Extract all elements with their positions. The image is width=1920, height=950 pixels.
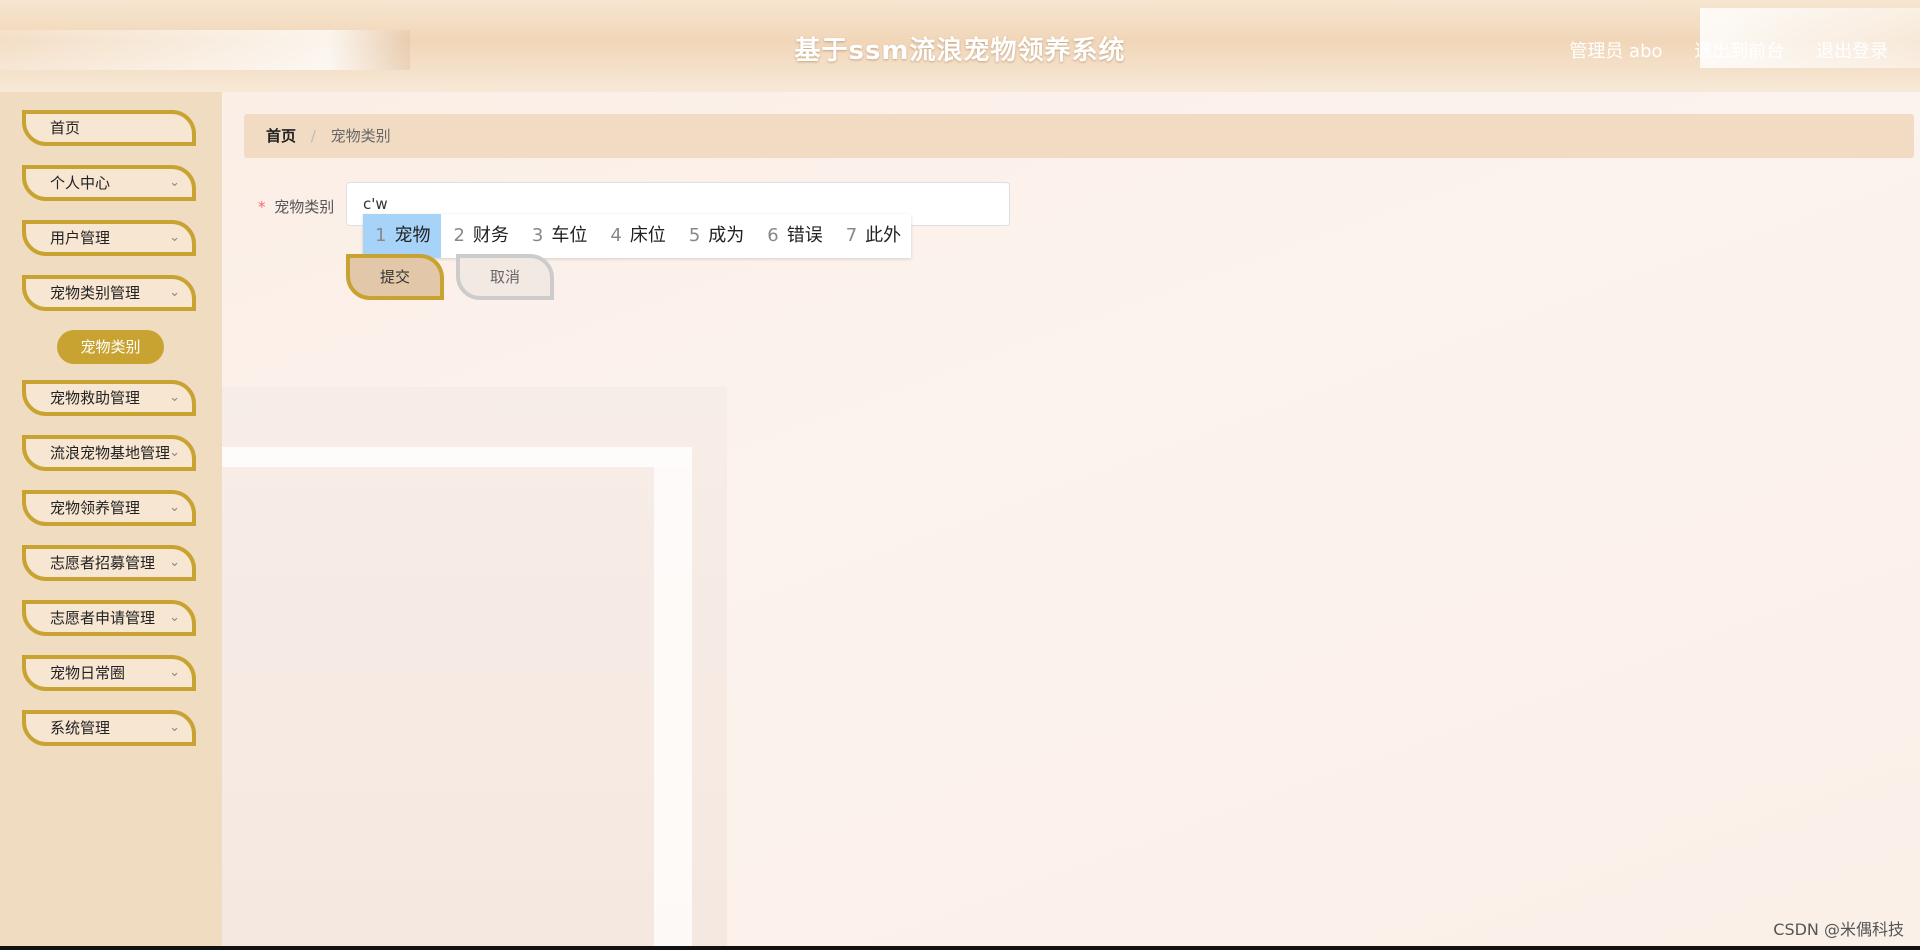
sidebar-item-label: 志愿者申请管理: [50, 609, 156, 627]
chevron-down-icon: ⌄: [169, 175, 180, 190]
main-content: 首页 / 宠物类别 * 宠物类别 c'w 1 宠物 2 财务 3 车位 4 床位 5 成为: [222, 92, 1920, 946]
chevron-down-icon: ⌄: [169, 610, 180, 625]
ime-candidate[interactable]: 3 车位: [520, 214, 598, 258]
ime-candidate[interactable]: 4 床位: [598, 214, 676, 258]
submit-button[interactable]: 提交: [346, 254, 444, 300]
sidebar-item-label: 流浪宠物基地管理: [50, 444, 171, 462]
required-mark: *: [258, 198, 266, 216]
sidebar-item-personal-center[interactable]: 个人中心 ⌄: [22, 165, 196, 201]
current-user-label: 管理员 abo: [1569, 41, 1663, 62]
background-decoration: [654, 467, 692, 946]
ime-candidate[interactable]: 1 宠物: [363, 214, 442, 258]
breadcrumb: 首页 / 宠物类别: [244, 114, 1914, 158]
back-to-front-link[interactable]: 退出到前台: [1694, 41, 1784, 62]
chevron-down-icon: ⌄: [169, 230, 180, 245]
top-header: 基于ssm流浪宠物领养系统 管理员 abo 退出到前台 退出登录: [0, 0, 1920, 92]
sidebar-item-system-management[interactable]: 系统管理 ⌄: [22, 710, 196, 746]
sidebar-item-user-management[interactable]: 用户管理 ⌄: [22, 220, 196, 256]
ime-candidate[interactable]: 6 错误: [755, 214, 833, 258]
sidebar-item-stray-pet-base-management[interactable]: 流浪宠物基地管理 ⌄: [22, 435, 196, 471]
sidebar-item-label: 志愿者招募管理: [50, 554, 156, 572]
app-window: 基于ssm流浪宠物领养系统 管理员 abo 退出到前台 退出登录 首页 个人中心…: [0, 0, 1920, 946]
ime-candidate-text: 车位: [551, 225, 588, 246]
sidebar-item-label: 宠物类别管理: [50, 284, 141, 302]
ime-candidate-bar: 1 宠物 2 财务 3 车位 4 床位 5 成为 6 错误 7 此外: [363, 214, 911, 258]
sidebar-item-volunteer-recruit-management[interactable]: 志愿者招募管理 ⌄: [22, 545, 196, 581]
breadcrumb-current: 宠物类别: [330, 127, 391, 145]
logout-link[interactable]: 退出登录: [1816, 41, 1888, 62]
sidebar-subitem-pet-category[interactable]: 宠物类别: [57, 330, 164, 364]
chevron-down-icon: ⌄: [169, 555, 180, 570]
sidebar-item-label: 用户管理: [50, 229, 111, 247]
sidebar-item-label: 个人中心: [50, 174, 111, 192]
sidebar-item-pet-daily-circle[interactable]: 宠物日常圈 ⌄: [22, 655, 196, 691]
sidebar-item-label: 系统管理: [50, 719, 111, 737]
ime-candidate-text: 宠物: [394, 225, 431, 246]
ime-candidate-number: 6: [767, 225, 779, 246]
sidebar-item-label: 宠物救助管理: [50, 389, 141, 407]
breadcrumb-home[interactable]: 首页: [266, 127, 296, 145]
cancel-button[interactable]: 取消: [456, 254, 554, 300]
sidebar-item-label: 宠物日常圈: [50, 664, 126, 682]
header-links: 管理员 abo 退出到前台 退出登录: [1543, 37, 1888, 63]
ime-candidate[interactable]: 2 财务: [441, 214, 519, 258]
sidebar-item-pet-adoption-management[interactable]: 宠物领养管理 ⌄: [22, 490, 196, 526]
pet-category-label: * 宠物类别: [258, 196, 334, 217]
ime-candidate-number: 2: [453, 225, 465, 246]
chevron-down-icon: ⌄: [169, 285, 180, 300]
sidebar-menu: 首页 个人中心 ⌄ 用户管理 ⌄ 宠物类别管理 ⌄ 宠物类别 宠物救助管理 ⌄ …: [0, 92, 222, 946]
ime-candidate-number: 4: [610, 225, 622, 246]
ime-candidate-text: 错误: [786, 225, 823, 246]
ime-candidate[interactable]: 5 成为: [677, 214, 755, 258]
ime-candidate-number: 3: [531, 225, 544, 246]
watermark: CSDN @米偶科技: [1773, 920, 1904, 939]
chevron-down-icon: ⌄: [169, 720, 180, 735]
ime-candidate-text: 此外: [865, 225, 902, 246]
ime-candidate-number: 1: [375, 225, 387, 246]
chevron-down-icon: ⌄: [169, 500, 180, 515]
chevron-down-icon: ⌄: [169, 445, 180, 460]
chevron-down-icon: ⌄: [169, 665, 180, 680]
ime-candidate-text: 成为: [708, 225, 745, 246]
sidebar-item-pet-rescue-management[interactable]: 宠物救助管理 ⌄: [22, 380, 196, 416]
sidebar-item-label: 宠物领养管理: [50, 499, 141, 517]
ime-candidate-number: 5: [688, 225, 701, 246]
ime-candidate-text: 床位: [629, 225, 666, 246]
ime-candidate-text: 财务: [472, 225, 509, 246]
sidebar-item-label: 首页: [50, 119, 81, 137]
chevron-down-icon: ⌄: [169, 390, 180, 405]
breadcrumb-separator: /: [310, 127, 316, 145]
background-decoration: [222, 447, 692, 467]
ime-candidate-number: 7: [845, 225, 858, 246]
background-decoration: [222, 387, 727, 946]
sidebar-item-volunteer-application-management[interactable]: 志愿者申请管理 ⌄: [22, 600, 196, 636]
field-label-text: 宠物类别: [274, 198, 335, 216]
ime-candidate[interactable]: 7 此外: [834, 214, 912, 258]
sidebar-item-pet-category-management[interactable]: 宠物类别管理 ⌄: [22, 275, 196, 311]
sidebar-item-home[interactable]: 首页: [22, 110, 196, 146]
